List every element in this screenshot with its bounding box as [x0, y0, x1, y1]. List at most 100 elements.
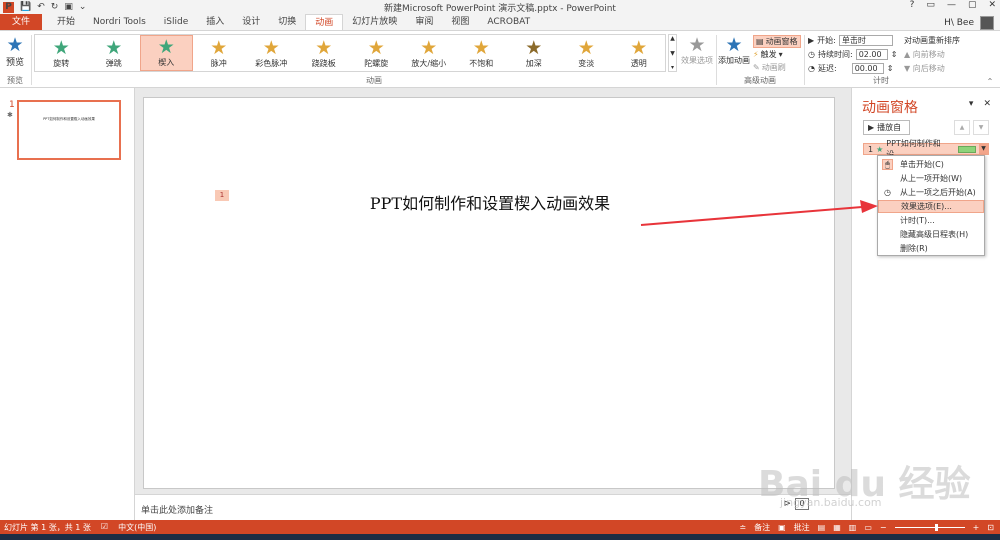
animation-gallery-item[interactable]: ★ 旋转: [35, 35, 88, 71]
duration-row: ◷ 持续时间: 02.00 ⇕: [808, 49, 897, 60]
menu-item-hide-timeline[interactable]: 隐藏高级日程表(H): [878, 228, 984, 241]
slide-thumbnail[interactable]: PPT如何制作和设置楔入动画效果: [17, 100, 121, 160]
tab-view[interactable]: 视图: [442, 14, 478, 30]
quick-access-toolbar: P 💾 ↶ ↻ ▣ ⌄: [0, 1, 87, 13]
delay-stepper-icon[interactable]: ⇕: [887, 64, 894, 73]
start-from-beginning-icon[interactable]: ▣: [64, 2, 73, 12]
animation-gallery-item[interactable]: ★ 放大/缩小: [403, 35, 456, 71]
spellcheck-icon[interactable]: ☑: [101, 522, 108, 533]
tab-slideshow[interactable]: 幻灯片放映: [343, 14, 406, 30]
customize-qat-icon[interactable]: ⌄: [79, 2, 87, 12]
tab-transitions[interactable]: 切换: [269, 14, 305, 30]
notes-toggle-icon[interactable]: ≐: [739, 523, 746, 532]
slideshow-icon[interactable]: ▭: [864, 523, 872, 532]
gallery-up-icon[interactable]: ▲: [670, 35, 675, 42]
animation-gallery-item[interactable]: ★ 跷跷板: [298, 35, 351, 71]
save-icon[interactable]: 💾: [20, 2, 31, 12]
trigger-button[interactable]: ⚡ 触发 ▾: [753, 49, 783, 60]
tab-acrobat[interactable]: ACROBAT: [478, 14, 539, 30]
play-from-button[interactable]: ▶ 播放自: [863, 120, 910, 135]
pane-reorder-buttons: ▲ ▼: [954, 120, 989, 135]
tab-review[interactable]: 审阅: [406, 14, 442, 30]
gallery-more-icon[interactable]: ▾: [671, 64, 674, 71]
tab-file[interactable]: 文件: [0, 14, 43, 30]
animation-gallery-item[interactable]: ★ 彩色脉冲: [245, 35, 298, 71]
tab-animations[interactable]: 动画: [305, 14, 344, 30]
start-select[interactable]: 单击时: [838, 35, 893, 46]
comments-toggle[interactable]: 批注: [794, 522, 810, 533]
menu-item-timing[interactable]: 计时(T)...: [878, 214, 984, 227]
tab-insert[interactable]: 插入: [197, 14, 233, 30]
menu-item-effect-options[interactable]: 效果选项(E)...: [878, 200, 984, 213]
pane-move-down-icon[interactable]: ▼: [973, 120, 989, 135]
gallery-down-icon[interactable]: ▼: [670, 50, 675, 57]
undo-icon[interactable]: ↶: [37, 2, 45, 12]
preview-button[interactable]: ★ 预览: [2, 35, 28, 68]
close-icon[interactable]: ✕: [983, 99, 991, 109]
animation-painter-icon: ✎: [753, 63, 760, 72]
slide-title[interactable]: PPT如何制作和设置楔入动画效果: [144, 190, 836, 214]
language[interactable]: 中文(中国): [118, 522, 156, 533]
close-button[interactable]: ✕: [988, 0, 996, 10]
animation-gallery-item[interactable]: ★ 加深: [508, 35, 561, 71]
tab-islide[interactable]: iSlide: [155, 14, 197, 30]
minimize-button[interactable]: —: [947, 0, 956, 10]
ribbon: ★ 预览 预览 ★ 旋转 ★ 弹跳 ★ 楔入 ★ 脉冲 ★ 彩色脉冲 ★ 跷跷板 ★ 陀螺旋 ★ 放大/缩小 ★…: [0, 30, 1000, 88]
duration-stepper-icon[interactable]: ⇕: [891, 50, 898, 59]
notes-placeholder[interactable]: 单击此处添加备注: [135, 494, 851, 520]
animation-painter-button[interactable]: ✎ 动画刷: [753, 62, 786, 73]
redo-icon[interactable]: ↻: [51, 2, 59, 12]
add-animation-button[interactable]: ★ 添加动画: [718, 35, 750, 66]
zoom-out-icon[interactable]: −: [880, 523, 887, 532]
move-earlier-button[interactable]: ▲ 向前移动: [904, 49, 945, 60]
animation-gallery-item[interactable]: ★ 不饱和: [455, 35, 508, 71]
timeline-bar[interactable]: [958, 145, 977, 153]
user-name[interactable]: H\ Bee: [944, 18, 974, 28]
comments-icon[interactable]: ▣: [778, 523, 786, 532]
zoom-slider[interactable]: [894, 523, 965, 531]
menu-item-on-click[interactable]: 🖱 单击开始(C): [878, 158, 984, 171]
animation-gallery-item[interactable]: ★ 陀螺旋: [350, 35, 403, 71]
fit-window-icon[interactable]: ⊡: [987, 523, 994, 532]
animation-pane-button[interactable]: ▤ 动画窗格: [753, 35, 801, 48]
delay-input[interactable]: 00.00: [851, 63, 884, 74]
animation-list-item[interactable]: 1 ★ PPT如何制作和设... ▼: [863, 139, 989, 159]
animation-gallery-item[interactable]: ★ 变淡: [560, 35, 613, 71]
collapse-ribbon-icon[interactable]: ⌃: [984, 77, 996, 86]
pane-options-icon[interactable]: ▾: [969, 99, 974, 109]
gallery-scrollbar[interactable]: ▲ ▼ ▾: [668, 34, 677, 72]
tab-design[interactable]: 设计: [233, 14, 269, 30]
advanced-animation-group: ★ 添加动画 ▤ 动画窗格 ⚡ 触发 ▾ ✎ 动画刷: [718, 35, 802, 75]
pane-move-up-icon[interactable]: ▲: [954, 120, 970, 135]
animation-gallery-item[interactable]: ★ 弹跳: [88, 35, 141, 71]
ribbon-tabs: 文件 开始 Nordri Tools iSlide 插入 设计 切换 动画 幻灯…: [0, 14, 1000, 30]
animation-dropdown-icon[interactable]: ▼: [979, 144, 988, 154]
delay-label: 延迟:: [817, 64, 837, 73]
move-later-button[interactable]: ▼ 向后移动: [904, 63, 945, 74]
help-button[interactable]: ?: [910, 0, 915, 10]
tab-nordri-tools[interactable]: Nordri Tools: [84, 14, 155, 30]
animation-gallery-item[interactable]: ★ 楔入: [140, 35, 193, 71]
notes-toggle[interactable]: 备注: [754, 522, 770, 533]
add-animation-label: 添加动画: [718, 56, 750, 65]
avatar[interactable]: [980, 16, 994, 30]
animation-gallery-label: 透明: [630, 59, 647, 68]
effect-options-button[interactable]: ★ 效果选项: [680, 35, 714, 66]
menu-item-with-previous[interactable]: 从上一项开始(W): [878, 172, 984, 185]
slide-sorter-icon[interactable]: ▦: [833, 523, 841, 532]
animation-gallery-item[interactable]: ★ 透明: [613, 35, 666, 71]
maximize-button[interactable]: ▢: [968, 0, 977, 10]
thumbnail-text: PPT如何制作和设置楔入动画效果: [43, 117, 95, 121]
normal-view-icon[interactable]: ▤: [818, 523, 826, 532]
start-icon: ▶: [808, 36, 815, 45]
animation-star-icon: ★: [630, 37, 648, 59]
zoom-in-icon[interactable]: +: [973, 523, 980, 532]
reading-view-icon[interactable]: ▥: [849, 523, 857, 532]
slide-canvas[interactable]: 1 PPT如何制作和设置楔入动画效果: [143, 97, 835, 489]
menu-item-remove[interactable]: 删除(R): [878, 242, 984, 255]
ribbon-display-button[interactable]: ▭: [926, 0, 935, 10]
animation-gallery-item[interactable]: ★ 脉冲: [193, 35, 246, 71]
duration-input[interactable]: 02.00: [855, 49, 888, 60]
menu-item-after-previous[interactable]: ◷ 从上一项之后开始(A): [878, 186, 984, 199]
tab-home[interactable]: 开始: [48, 14, 84, 30]
